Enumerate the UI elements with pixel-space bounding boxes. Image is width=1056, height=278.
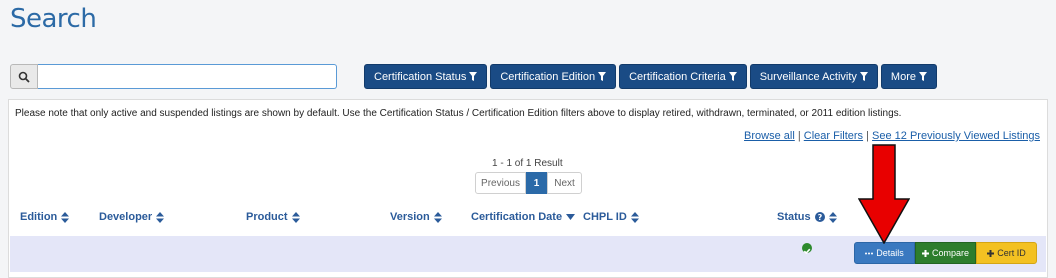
filter-surveillance-activity[interactable]: Surveillance Activity xyxy=(749,64,878,89)
search-button[interactable] xyxy=(10,64,38,89)
previously-viewed-link[interactable]: See 12 Previously Viewed Listings xyxy=(872,130,1040,142)
column-chpl-id[interactable]: CHPL ID xyxy=(583,211,639,223)
details-label: Details xyxy=(876,248,904,258)
page-title: Search xyxy=(10,4,97,34)
filter-icon xyxy=(469,72,478,81)
sort-icon xyxy=(61,211,70,223)
filter-certification-edition[interactable]: Certification Edition xyxy=(490,64,617,89)
filter-icon xyxy=(598,72,607,81)
search-icon xyxy=(18,71,30,83)
result-count: 1 - 1 of 1 Result xyxy=(492,158,563,169)
compare-label: Compare xyxy=(931,248,969,258)
plus-icon xyxy=(987,249,995,257)
plus-icon xyxy=(921,249,929,257)
column-developer[interactable]: Developer xyxy=(99,211,165,223)
sort-icon xyxy=(828,211,837,223)
column-product[interactable]: Product xyxy=(246,211,300,223)
link-separator: | xyxy=(794,130,804,142)
sort-icon xyxy=(291,211,300,223)
column-label: CHPL ID xyxy=(583,211,627,223)
cert-id-button[interactable]: Cert ID xyxy=(976,242,1037,264)
sort-descending-icon xyxy=(566,214,576,220)
help-icon[interactable]: ? xyxy=(814,212,825,222)
svg-text:?: ? xyxy=(817,213,822,222)
sort-icon xyxy=(156,211,165,223)
filter-more[interactable]: More xyxy=(880,64,937,89)
ellipsis-icon xyxy=(865,252,874,254)
pagination: Previous 1 Next xyxy=(475,172,582,194)
column-label: Product xyxy=(246,211,288,223)
column-version[interactable]: Version xyxy=(390,211,442,223)
search-input[interactable] xyxy=(38,64,337,89)
default-filter-notice: Please note that only active and suspend… xyxy=(15,108,902,119)
details-button[interactable]: Details xyxy=(854,242,915,264)
sort-icon xyxy=(433,211,442,223)
column-label: Edition xyxy=(20,211,58,223)
pagination-previous[interactable]: Previous xyxy=(475,172,526,194)
status-active-icon xyxy=(802,243,812,255)
column-label: Developer xyxy=(99,211,153,223)
cert-id-label: Cert ID xyxy=(997,248,1026,258)
filter-bar: Certification Status Certification Editi… xyxy=(364,64,937,89)
column-edition[interactable]: Edition xyxy=(20,211,70,223)
search-bar xyxy=(10,64,337,89)
column-label: Certification Date xyxy=(471,211,563,223)
filter-icon xyxy=(728,72,737,81)
pagination-page-current[interactable]: 1 xyxy=(526,172,547,194)
column-certification-date[interactable]: Certification Date xyxy=(471,211,576,223)
clear-filters-link[interactable]: Clear Filters xyxy=(804,130,863,142)
annotation-arrow-icon xyxy=(858,144,910,244)
filter-icon xyxy=(859,72,868,81)
row-actions: Details Compare Cert ID xyxy=(854,242,1037,264)
filter-label: Surveillance Activity xyxy=(759,70,857,83)
filter-label: Certification Status xyxy=(374,70,467,83)
link-separator: | xyxy=(863,130,873,142)
sort-icon xyxy=(630,211,639,223)
filter-label: Certification Criteria xyxy=(629,70,726,83)
column-status[interactable]: Status ? xyxy=(777,211,837,223)
filter-certification-criteria[interactable]: Certification Criteria xyxy=(619,64,747,89)
filter-icon xyxy=(918,72,927,81)
compare-button[interactable]: Compare xyxy=(915,242,976,264)
browse-all-link[interactable]: Browse all xyxy=(744,130,795,142)
column-label: Version xyxy=(390,211,430,223)
filter-label: More xyxy=(890,70,916,83)
filter-certification-status[interactable]: Certification Status xyxy=(364,64,488,89)
listing-links: Browse all | Clear Filters | See 12 Prev… xyxy=(744,130,1040,142)
filter-label: Certification Edition xyxy=(500,70,596,83)
column-label: Status xyxy=(777,211,811,223)
pagination-next[interactable]: Next xyxy=(547,172,582,194)
